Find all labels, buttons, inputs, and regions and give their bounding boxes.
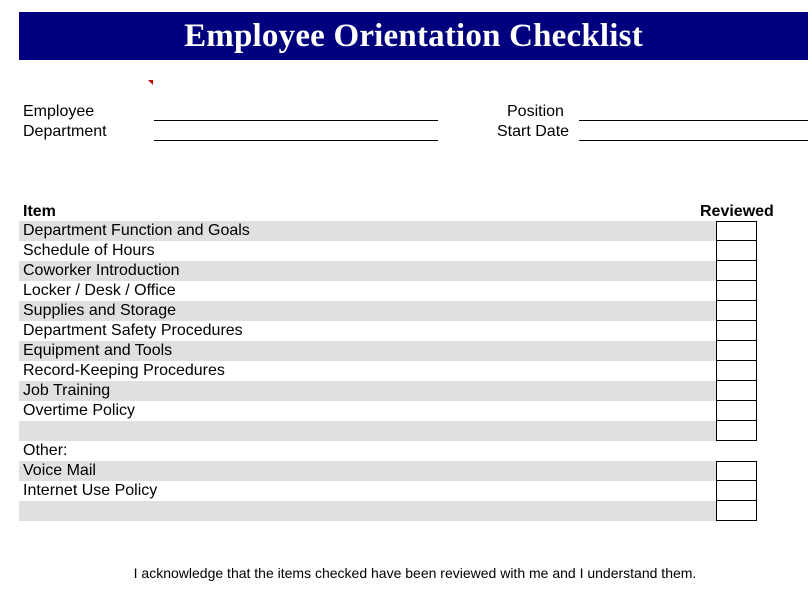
checklist-item-label: Equipment and Tools (23, 342, 173, 359)
checklist-item-label: Department Safety Procedures (23, 322, 243, 339)
reviewed-checkbox[interactable] (716, 501, 757, 521)
reviewed-checkbox[interactable] (716, 301, 757, 321)
employee-field[interactable] (154, 120, 438, 121)
reviewed-checkbox[interactable] (716, 221, 757, 241)
checklist-item-label: Department Function and Goals (23, 222, 250, 239)
reviewed-checkbox[interactable] (716, 381, 757, 401)
checklist-row: Department Function and Goals (19, 221, 716, 241)
reviewed-checkbox[interactable] (716, 261, 757, 281)
position-label: Position (507, 103, 564, 120)
reviewed-checkbox[interactable] (716, 341, 757, 361)
reviewed-checkbox[interactable] (716, 361, 757, 381)
checklist-item-label: Supplies and Storage (23, 302, 176, 319)
checklist-row: Voice Mail (19, 461, 716, 481)
reviewed-checkbox[interactable] (716, 401, 757, 421)
checklist-row: Supplies and Storage (19, 301, 716, 321)
checklist-item-label: Overtime Policy (23, 402, 136, 419)
department-field[interactable] (154, 140, 438, 141)
checklist-item-label: Internet Use Policy (23, 482, 158, 499)
checklist-row: Locker / Desk / Office (19, 281, 716, 301)
position-field[interactable] (579, 120, 808, 121)
acknowledgement-text: I acknowledge that the items checked hav… (133, 565, 697, 581)
checklist-item-label: Voice Mail (23, 462, 96, 479)
checklist-row (19, 421, 716, 441)
page-title: Employee Orientation Checklist (184, 17, 643, 54)
title-banner: Employee Orientation Checklist (19, 12, 808, 60)
checklist-row: Coworker Introduction (19, 261, 716, 281)
checklist-item-label: Locker / Desk / Office (23, 282, 176, 299)
reviewed-column-header: Reviewed (700, 203, 774, 220)
checklist-row: Schedule of Hours (19, 241, 716, 261)
reviewed-checkbox[interactable] (716, 241, 757, 261)
checklist-row: Equipment and Tools (19, 341, 716, 361)
checklist-item-label: Job Training (23, 382, 111, 399)
start-date-label: Start Date (497, 123, 570, 140)
checklist-item-label: Schedule of Hours (23, 242, 155, 259)
start-date-field[interactable] (579, 140, 808, 141)
checklist-row (19, 501, 716, 521)
employee-label: Employee (23, 103, 95, 120)
checklist-row: Record-Keeping Procedures (19, 361, 716, 381)
reviewed-checkbox[interactable] (716, 461, 757, 481)
reviewed-checkbox[interactable] (716, 481, 757, 501)
checklist-item-label: Coworker Introduction (23, 262, 180, 279)
department-label: Department (23, 123, 107, 140)
reviewed-checkbox[interactable] (716, 321, 757, 341)
item-column-header: Item (23, 203, 56, 220)
reviewed-checkbox[interactable] (716, 281, 757, 301)
checklist-item-label: Other: (23, 442, 68, 459)
checklist-row: Job Training (19, 381, 716, 401)
checklist-row: Department Safety Procedures (19, 321, 716, 341)
checklist-item-label: Record-Keeping Procedures (23, 362, 225, 379)
section-label-other: Other: (19, 441, 716, 461)
checklist-row: Internet Use Policy (19, 481, 716, 501)
comment-indicator-icon[interactable] (148, 80, 153, 85)
checklist-row: Overtime Policy (19, 401, 716, 421)
reviewed-checkbox[interactable] (716, 421, 757, 441)
